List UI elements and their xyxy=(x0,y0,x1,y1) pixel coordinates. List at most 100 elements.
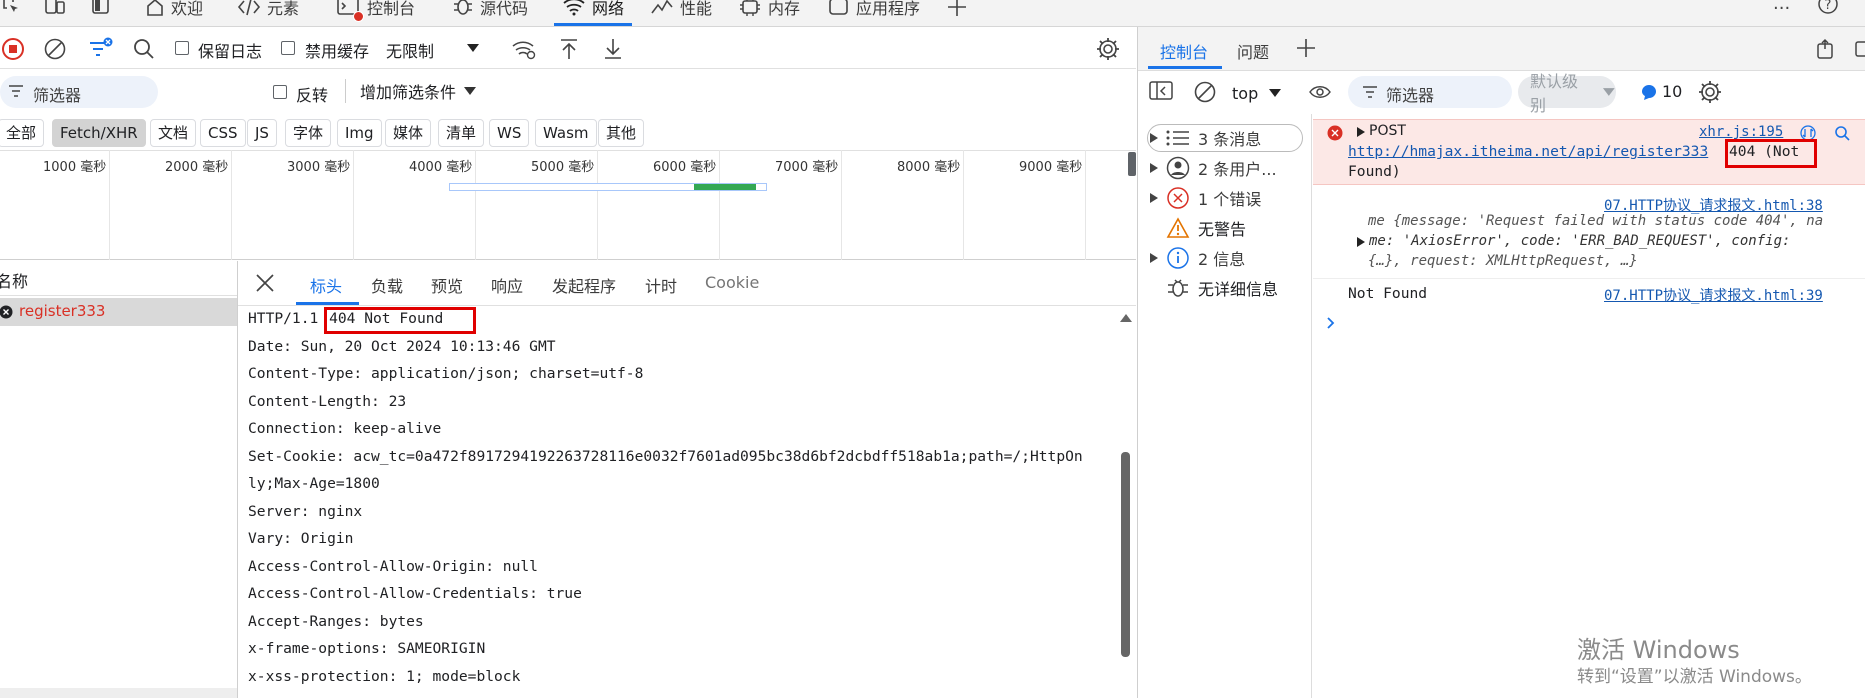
list-footer xyxy=(0,688,237,698)
throttle-select[interactable]: 无限制 xyxy=(380,36,490,62)
console-sidebar-toggle-icon[interactable] xyxy=(1149,81,1173,101)
search-icon[interactable] xyxy=(1834,125,1850,141)
type-filter-js[interactable]: JS xyxy=(247,119,277,147)
request-url-link[interactable]: http://hmajax.itheima.net/api/register33… xyxy=(1348,143,1708,160)
tab-cookies[interactable]: Cookie xyxy=(705,273,759,292)
add-tab-icon[interactable] xyxy=(946,0,968,18)
tab-application[interactable]: 应用程序 xyxy=(828,0,920,26)
type-filter-other[interactable]: 其他 xyxy=(598,119,645,147)
clear-console-icon[interactable] xyxy=(1193,80,1217,104)
type-filter-font[interactable]: 字体 xyxy=(285,119,332,147)
network-conditions-icon[interactable] xyxy=(511,36,537,62)
drawer-tab-console[interactable]: 控制台 xyxy=(1160,39,1208,63)
application-icon xyxy=(829,0,848,15)
more-options-icon[interactable]: ··· xyxy=(1773,0,1790,19)
tab-network[interactable]: 网络 xyxy=(553,0,633,26)
source-link[interactable]: 07.HTTP协议_请求报文.html:39 xyxy=(1604,285,1823,305)
tab-memory[interactable]: 内存 xyxy=(738,0,800,26)
disable-cache-checkbox[interactable] xyxy=(281,41,295,55)
tab-preview[interactable]: 预览 xyxy=(431,273,463,297)
source-link[interactable]: 07.HTTP协议_请求报文.html:38 xyxy=(1604,195,1823,215)
type-filter-ws[interactable]: WS xyxy=(489,119,530,147)
type-filter-manifest[interactable]: 清单 xyxy=(438,119,485,147)
type-filter-wasm[interactable]: Wasm xyxy=(535,119,597,147)
tab-welcome[interactable]: 欢迎 xyxy=(145,0,203,26)
timeline-label: 3000 毫秒 xyxy=(287,160,351,175)
export-har-icon[interactable] xyxy=(600,36,626,62)
invert-checkbox[interactable] xyxy=(273,85,287,99)
code-icon xyxy=(237,0,261,16)
log-message: Not Found xyxy=(1348,285,1428,302)
preserve-log-checkbox[interactable] xyxy=(175,41,189,55)
device-toggle-icon[interactable] xyxy=(44,0,66,16)
help-icon[interactable]: ? xyxy=(1816,0,1840,18)
tab-payload[interactable]: 负载 xyxy=(371,273,403,297)
dock-icon[interactable] xyxy=(1816,38,1836,60)
scroll-up-icon[interactable] xyxy=(1120,314,1132,322)
sidebar-item-verbose[interactable]: 无详细信息 xyxy=(1166,275,1278,301)
sidebar-item-info[interactable]: 2 信息 xyxy=(1150,245,1245,271)
context-select[interactable]: top xyxy=(1232,79,1298,107)
bug-icon xyxy=(454,0,472,15)
type-filter-doc[interactable]: 文档 xyxy=(150,119,197,147)
tab-elements[interactable]: 元素 xyxy=(237,0,299,26)
expand-arrow-icon[interactable] xyxy=(1357,127,1365,137)
close-drawer-icon[interactable] xyxy=(1855,38,1865,60)
sidebar-item-messages[interactable]: 3 条消息 xyxy=(1150,125,1261,151)
overview-resize-handle[interactable] xyxy=(1128,152,1136,176)
performance-icon xyxy=(651,0,673,14)
console-icon xyxy=(337,0,364,22)
console-prompt-chevron-icon[interactable] xyxy=(1326,316,1336,330)
dropdown-arrow-icon xyxy=(1603,88,1616,96)
log-object-line: me {message: 'Request failed with status… xyxy=(1368,213,1824,229)
search-icon[interactable] xyxy=(131,36,157,62)
tab-performance[interactable]: 性能 xyxy=(650,0,712,26)
filter-input[interactable]: 筛选器 xyxy=(0,76,158,108)
network-settings-gear-icon[interactable] xyxy=(1095,36,1121,62)
response-header: Content-Type: application/json; charset=… xyxy=(248,365,644,382)
type-filter-img[interactable]: Img xyxy=(337,119,382,147)
tab-headers[interactable]: 标头 xyxy=(310,273,342,297)
response-header: x-frame-options: SAMEORIGIN xyxy=(248,640,486,657)
request-method: POST xyxy=(1369,123,1406,139)
type-filter-media[interactable]: 媒体 xyxy=(385,119,432,147)
request-row[interactable]: register333 xyxy=(0,298,237,326)
import-har-icon[interactable] xyxy=(556,36,582,62)
tab-sources[interactable]: 源代码 xyxy=(452,0,528,26)
console-filter-input[interactable]: 筛选器 xyxy=(1348,76,1512,108)
type-filter-css[interactable]: CSS xyxy=(200,119,246,147)
close-detail-icon[interactable] xyxy=(254,272,276,294)
sidebar-item-errors[interactable]: 1 个错误 xyxy=(1150,185,1261,211)
detail-scrollbar[interactable] xyxy=(1121,452,1130,657)
dropdown-arrow-icon xyxy=(466,43,480,53)
sidebar-toggle-icon[interactable] xyxy=(92,0,110,16)
expand-arrow-icon[interactable] xyxy=(1357,237,1365,247)
filter-toggle-icon[interactable] xyxy=(88,36,114,62)
add-tab-icon[interactable] xyxy=(1295,37,1317,59)
windows-activation-hint: 转到“设置”以激活 Windows。 xyxy=(1577,667,1812,687)
type-filter-fetch-xhr[interactable]: Fetch/XHR xyxy=(52,119,146,147)
more-filters-dropdown[interactable]: 增加筛选条件 xyxy=(360,79,477,103)
message-divider xyxy=(1313,278,1865,279)
tab-timing[interactable]: 计时 xyxy=(645,273,677,297)
tab-initiator[interactable]: 发起程序 xyxy=(552,273,616,297)
source-link[interactable]: xhr.js:195 xyxy=(1699,124,1783,140)
live-expression-eye-icon[interactable] xyxy=(1308,82,1332,102)
windows-activation-watermark: 激活 Windows xyxy=(1577,636,1740,664)
log-level-select[interactable]: 默认级别 xyxy=(1518,72,1616,115)
drawer-tab-issues[interactable]: 问题 xyxy=(1237,39,1269,63)
tab-console[interactable]: 控制台 xyxy=(337,0,415,26)
record-stop-icon[interactable] xyxy=(0,36,26,62)
issues-counter[interactable]: 10 xyxy=(1641,82,1682,101)
inspect-icon[interactable] xyxy=(2,0,20,15)
clear-icon[interactable] xyxy=(42,36,68,62)
console-settings-gear-icon[interactable] xyxy=(1697,79,1723,105)
response-header: Vary: Origin xyxy=(248,530,354,547)
tab-response[interactable]: 响应 xyxy=(491,273,523,297)
sidebar-item-warnings[interactable]: 无警告 xyxy=(1166,215,1246,241)
preserve-log-label: 保留日志 xyxy=(198,42,263,61)
response-header: Server: nginx xyxy=(248,503,363,520)
type-filter-all[interactable]: 全部 xyxy=(0,119,45,147)
sidebar-item-user-messages[interactable]: 2 条用户... xyxy=(1150,155,1277,181)
list-divider xyxy=(237,261,238,698)
